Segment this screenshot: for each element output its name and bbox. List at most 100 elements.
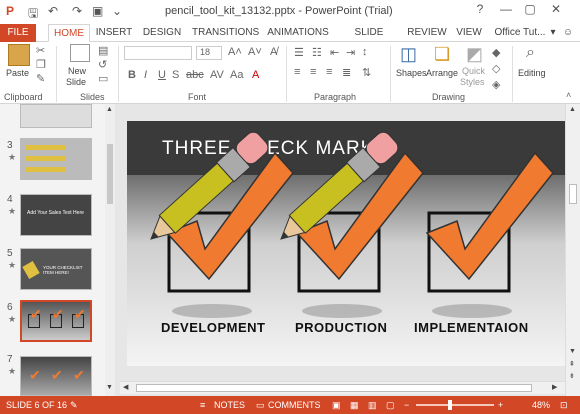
notes-button[interactable]: NOTES: [214, 400, 245, 410]
label-production[interactable]: PRODUCTION: [295, 320, 387, 335]
copy-icon[interactable]: ❐: [36, 58, 46, 71]
slide-canvas[interactable]: THREE CHECK MARKS DEVELOPMENT PRODUCTION…: [127, 121, 565, 366]
slideshow-start-icon[interactable]: ▣: [92, 4, 103, 18]
line-spacing-icon[interactable]: ↕: [362, 46, 368, 58]
scroll-right-icon[interactable]: ▶: [552, 383, 557, 391]
bold-icon[interactable]: B: [128, 69, 136, 81]
align-right-icon[interactable]: ≡: [326, 66, 332, 78]
align-center-icon[interactable]: ≡: [310, 66, 316, 78]
previous-slide-icon[interactable]: ⇞: [569, 360, 575, 368]
italic-icon[interactable]: I: [144, 69, 147, 81]
tab-transitions[interactable]: TRANSITIONS: [192, 24, 259, 42]
increase-indent-icon[interactable]: ⇥: [346, 46, 355, 59]
change-case-icon[interactable]: Aa: [230, 69, 243, 81]
paste-button[interactable]: Paste: [6, 68, 29, 78]
font-color-icon[interactable]: A: [252, 69, 259, 81]
scroll-down-icon[interactable]: ▼: [569, 348, 576, 355]
format-painter-icon[interactable]: ✎: [36, 72, 45, 85]
clear-formatting-icon[interactable]: A̸: [270, 46, 277, 58]
zoom-level[interactable]: 48%: [532, 400, 550, 410]
tab-animations[interactable]: ANIMATIONS: [266, 24, 330, 42]
font-size-select[interactable]: 18: [196, 46, 222, 60]
notes-icon[interactable]: ≡: [200, 400, 205, 410]
scroll-down-icon[interactable]: ▼: [106, 384, 113, 391]
scrollbar-thumb[interactable]: [569, 184, 577, 204]
shapes-button[interactable]: Shapes: [396, 68, 427, 78]
section-icon[interactable]: ▭: [98, 72, 108, 85]
shrink-font-icon[interactable]: A˅: [248, 46, 262, 58]
comments-button[interactable]: COMMENTS: [268, 400, 321, 410]
slide-thumbnail-5[interactable]: YOUR CHECKLIST ITEM HERE!: [20, 248, 92, 290]
zoom-out-icon[interactable]: −: [404, 400, 409, 410]
minimize-button[interactable]: —: [496, 2, 516, 20]
label-implementation[interactable]: IMPLEMENTAION: [414, 320, 529, 335]
help-button[interactable]: ?: [470, 2, 490, 20]
shadow-icon[interactable]: S: [172, 69, 179, 81]
collapse-ribbon-icon[interactable]: ˄: [566, 90, 571, 100]
character-spacing-icon[interactable]: AV: [210, 69, 224, 81]
reading-view-icon[interactable]: ▥: [368, 400, 377, 411]
paste-icon[interactable]: [8, 44, 30, 66]
close-button[interactable]: ✕: [546, 2, 566, 20]
align-left-icon[interactable]: ≡: [294, 66, 300, 78]
shape-outline-icon[interactable]: ◇: [492, 62, 500, 75]
zoom-slider[interactable]: [416, 404, 494, 406]
new-slide-button-line1[interactable]: New: [68, 66, 86, 76]
arrange-icon[interactable]: ❏: [434, 44, 450, 65]
next-slide-icon[interactable]: ⇟: [569, 372, 575, 380]
save-icon[interactable]: 🖫: [28, 4, 38, 25]
tab-home[interactable]: HOME: [48, 24, 90, 42]
editor-vertical-scrollbar[interactable]: ▲ ▼ ⇞ ⇟: [565, 104, 580, 396]
undo-icon[interactable]: ↶: [48, 4, 58, 18]
layout-icon[interactable]: ▤: [98, 44, 108, 57]
shape-effects-icon[interactable]: ◈: [492, 78, 500, 91]
slide-thumbnail-3[interactable]: [20, 138, 92, 180]
quick-styles-line2[interactable]: Styles: [460, 77, 485, 87]
tab-view[interactable]: VIEW: [454, 24, 484, 42]
slide-thumbnail-4[interactable]: Add Your Sales Text Here: [20, 194, 92, 236]
restore-button[interactable]: ▢: [520, 2, 540, 20]
decrease-indent-icon[interactable]: ⇤: [330, 46, 339, 59]
tab-review[interactable]: REVIEW: [406, 24, 448, 42]
numbering-icon[interactable]: ☷: [312, 46, 322, 59]
scroll-up-icon[interactable]: ▲: [106, 106, 113, 113]
label-development[interactable]: DEVELOPMENT: [161, 320, 265, 335]
quick-styles-icon[interactable]: ◩: [466, 44, 483, 65]
text-direction-icon[interactable]: ⇅: [362, 66, 371, 79]
new-slide-button-line2[interactable]: Slide: [66, 77, 86, 87]
slide-thumbnail-2[interactable]: [20, 104, 92, 128]
spell-check-icon[interactable]: ✎: [70, 400, 78, 411]
customize-toolbar-icon[interactable]: ⌄: [112, 4, 122, 18]
slide-thumbnail-6[interactable]: ✔ ✔ ✔: [20, 300, 92, 342]
fit-to-window-icon[interactable]: ⊡: [560, 400, 568, 411]
scrollbar-thumb[interactable]: [107, 144, 113, 204]
tab-file[interactable]: FILE: [0, 24, 36, 42]
quick-styles-line1[interactable]: Quick: [462, 66, 485, 76]
bullets-icon[interactable]: ☰: [294, 46, 304, 59]
scroll-left-icon[interactable]: ◀: [123, 383, 128, 391]
slideshow-view-icon[interactable]: ▢: [386, 400, 395, 411]
thumbnail-scrollbar[interactable]: ▲ ▼: [105, 104, 115, 396]
normal-view-icon[interactable]: ▣: [332, 400, 341, 411]
slide-sorter-icon[interactable]: ▦: [350, 400, 359, 411]
slide-thumbnail-7[interactable]: ✔ ✔ ✔: [20, 356, 92, 396]
shape-fill-icon[interactable]: ◆: [492, 46, 500, 59]
font-name-select[interactable]: [124, 46, 192, 60]
scrollbar-thumb[interactable]: [136, 384, 532, 392]
account-dropdown-icon[interactable]: ▾: [548, 24, 558, 42]
zoom-slider-handle[interactable]: [448, 400, 452, 410]
tab-slide-show[interactable]: SLIDE SHOW: [338, 24, 400, 56]
user-avatar-icon[interactable]: ☺: [560, 24, 576, 42]
grow-font-icon[interactable]: A˄: [228, 46, 242, 58]
arrange-button[interactable]: Arrange: [426, 68, 458, 78]
redo-icon[interactable]: ↷: [72, 4, 82, 18]
cut-icon[interactable]: ✂: [36, 44, 45, 57]
reset-icon[interactable]: ↺: [98, 58, 107, 71]
find-icon[interactable]: ⌕: [526, 44, 535, 62]
shapes-icon[interactable]: ◫: [400, 44, 417, 65]
comments-icon[interactable]: ▭: [256, 400, 265, 411]
tab-design[interactable]: DESIGN: [140, 24, 184, 42]
editor-horizontal-scrollbar[interactable]: ◀ ▶: [120, 381, 565, 394]
justify-icon[interactable]: ≣: [342, 66, 351, 79]
strikethrough-icon[interactable]: abc: [186, 69, 204, 81]
